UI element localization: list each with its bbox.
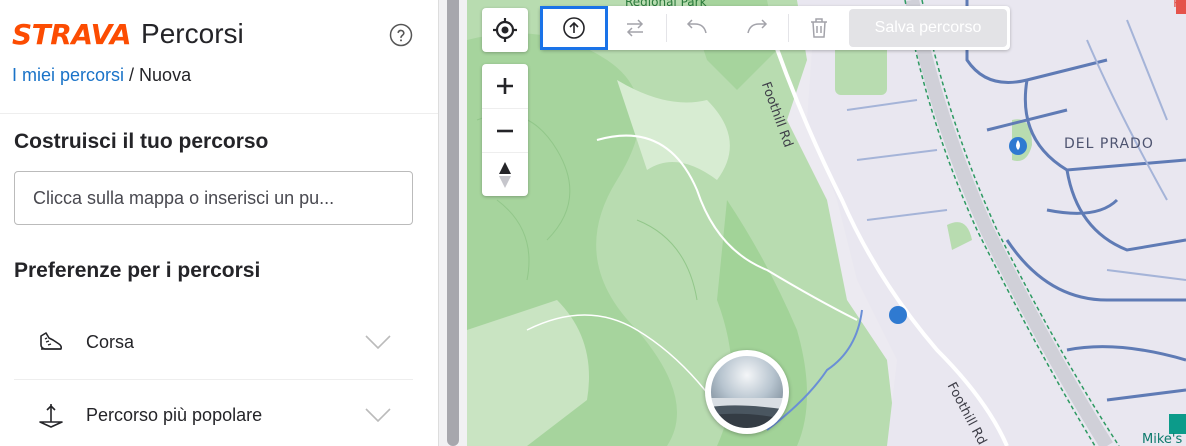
location-search-input[interactable]	[14, 171, 413, 225]
breadcrumb: I miei percorsi / Nuova	[12, 65, 191, 86]
compass-icon	[499, 162, 511, 188]
preference-sport-select[interactable]: Corsa	[14, 311, 413, 373]
plus-icon	[497, 78, 513, 94]
panel-scrollbar-thumb[interactable]	[447, 0, 459, 446]
breadcrumb-my-routes-link[interactable]: I miei percorsi	[12, 65, 124, 85]
toolbar-divider	[666, 14, 667, 42]
swap-arrows-icon	[626, 19, 644, 37]
zoom-out-button[interactable]	[482, 108, 528, 153]
clear-route-button[interactable]	[790, 6, 848, 50]
preference-route-type-select[interactable]: Percorso più popolare	[14, 384, 413, 446]
map-photo-marker[interactable]	[705, 350, 789, 434]
map-label-poi: Pete's	[1173, 0, 1186, 11]
help-icon[interactable]	[389, 23, 413, 47]
redo-icon	[747, 19, 768, 34]
map-label-poi: Mike's	[1142, 432, 1183, 446]
chevron-down-icon	[365, 408, 391, 422]
chevron-down-icon	[365, 335, 391, 349]
breadcrumb-separator: /	[124, 65, 140, 85]
minus-icon	[497, 129, 513, 133]
save-route-button[interactable]: Salva percorso	[849, 9, 1007, 47]
route-map[interactable]: Regional Park Foothill Rd Foothill Rd DE…	[467, 0, 1186, 446]
crosshair-icon	[493, 18, 517, 42]
redo-button[interactable]	[728, 6, 786, 50]
panel-splitter[interactable]	[439, 0, 467, 446]
photo-thumbnail	[707, 352, 787, 432]
preference-sport-label: Corsa	[86, 331, 135, 352]
sidebar: STRAVA Percorsi I miei percorsi / Nuova …	[0, 0, 439, 446]
preference-divider	[14, 379, 413, 380]
arrow-up-circle-icon	[563, 17, 585, 39]
popular-route-icon	[39, 404, 63, 428]
breadcrumb-current: Nuova	[139, 65, 192, 85]
locate-me-button[interactable]	[482, 8, 528, 52]
toolbar-divider	[788, 14, 789, 42]
route-preferences-heading: Preferenze per i percorsi	[14, 259, 261, 282]
reverse-route-button[interactable]	[606, 6, 664, 50]
map-label-neighborhood: DEL PRADO	[1064, 136, 1154, 152]
compass-button[interactable]	[482, 152, 528, 197]
map-canvas	[467, 0, 1186, 446]
preference-route-type-label: Percorso più popolare	[86, 404, 263, 425]
route-toolbar: Salva percorso	[540, 6, 1010, 50]
header-divider	[0, 113, 438, 114]
undo-icon	[686, 19, 707, 34]
elevation-toggle-button[interactable]	[540, 6, 608, 50]
build-route-heading: Costruisci il tuo percorso	[14, 130, 269, 153]
zoom-controls	[482, 64, 528, 196]
strava-logo[interactable]: STRAVA	[12, 18, 132, 51]
trash-icon	[811, 18, 827, 38]
zoom-in-button[interactable]	[482, 64, 528, 108]
page-title: Percorsi	[141, 18, 244, 49]
running-shoe-icon	[40, 332, 63, 350]
brand-header: STRAVA Percorsi	[12, 14, 244, 54]
undo-button[interactable]	[668, 6, 726, 50]
